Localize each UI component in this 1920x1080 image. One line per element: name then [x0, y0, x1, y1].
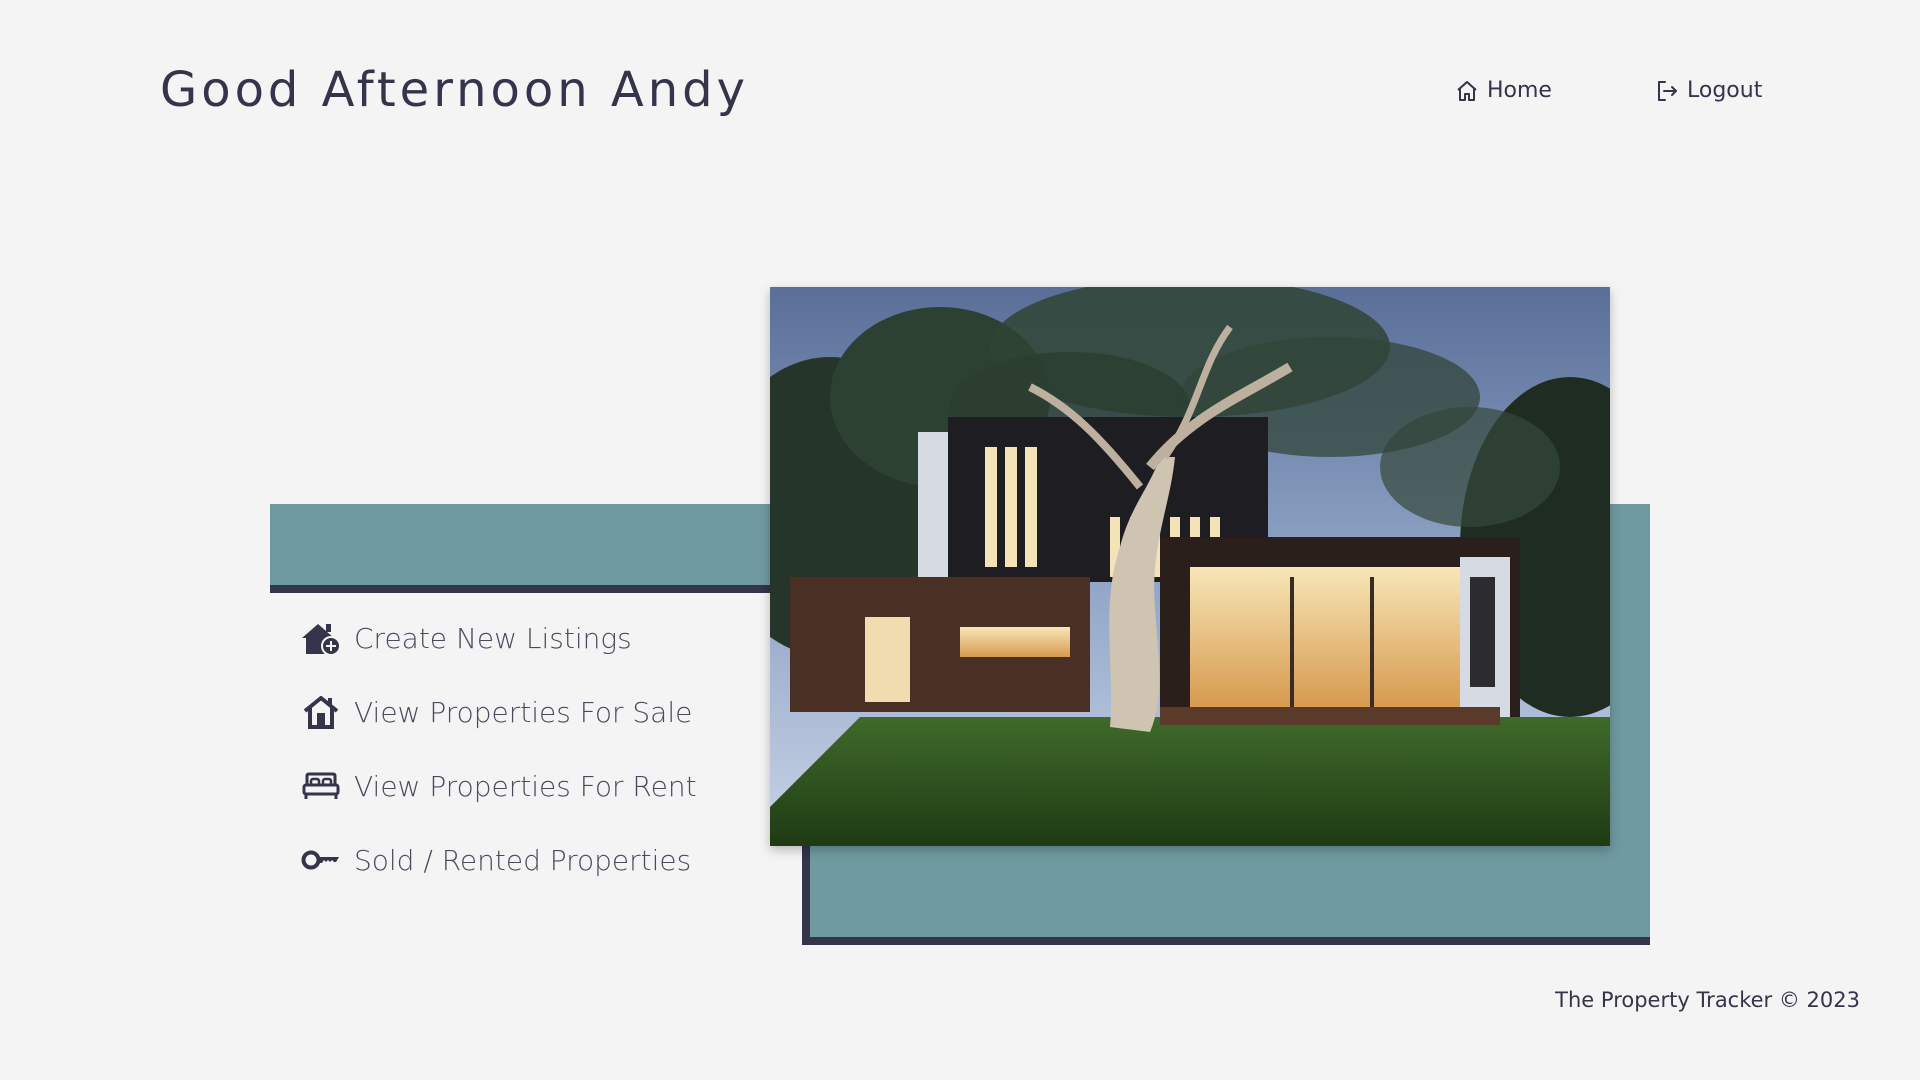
panel-top-border	[270, 585, 810, 593]
house-icon	[300, 694, 342, 730]
menu-label-sold-rented: Sold / Rented Properties	[354, 843, 692, 877]
footer-text: The Property Tracker © 2023	[1555, 988, 1860, 1012]
hero-image	[770, 287, 1610, 846]
menu-item-for-rent[interactable]: View Properties For Rent	[300, 766, 697, 806]
action-menu: Create New Listings View Properties For …	[300, 618, 697, 914]
home-icon	[1455, 79, 1479, 103]
house-plus-icon	[300, 620, 342, 656]
key-icon	[300, 842, 342, 878]
menu-label-create-listings: Create New Listings	[354, 621, 632, 655]
menu-item-for-sale[interactable]: View Properties For Sale	[300, 692, 697, 732]
page: Good Afternoon Andy Home Logout Create N…	[0, 0, 1920, 1080]
greeting-title: Good Afternoon Andy	[160, 62, 750, 118]
logout-icon	[1655, 79, 1679, 103]
home-link[interactable]: Home	[1455, 78, 1552, 103]
menu-label-for-sale: View Properties For Sale	[354, 695, 693, 729]
logout-link[interactable]: Logout	[1655, 78, 1762, 103]
menu-item-create-listings[interactable]: Create New Listings	[300, 618, 697, 658]
menu-label-for-rent: View Properties For Rent	[354, 769, 697, 803]
menu-item-sold-rented[interactable]: Sold / Rented Properties	[300, 840, 697, 880]
panel-bottom-border	[802, 937, 1650, 945]
home-label: Home	[1487, 78, 1552, 103]
logout-label: Logout	[1687, 78, 1763, 103]
bed-icon	[300, 768, 342, 804]
